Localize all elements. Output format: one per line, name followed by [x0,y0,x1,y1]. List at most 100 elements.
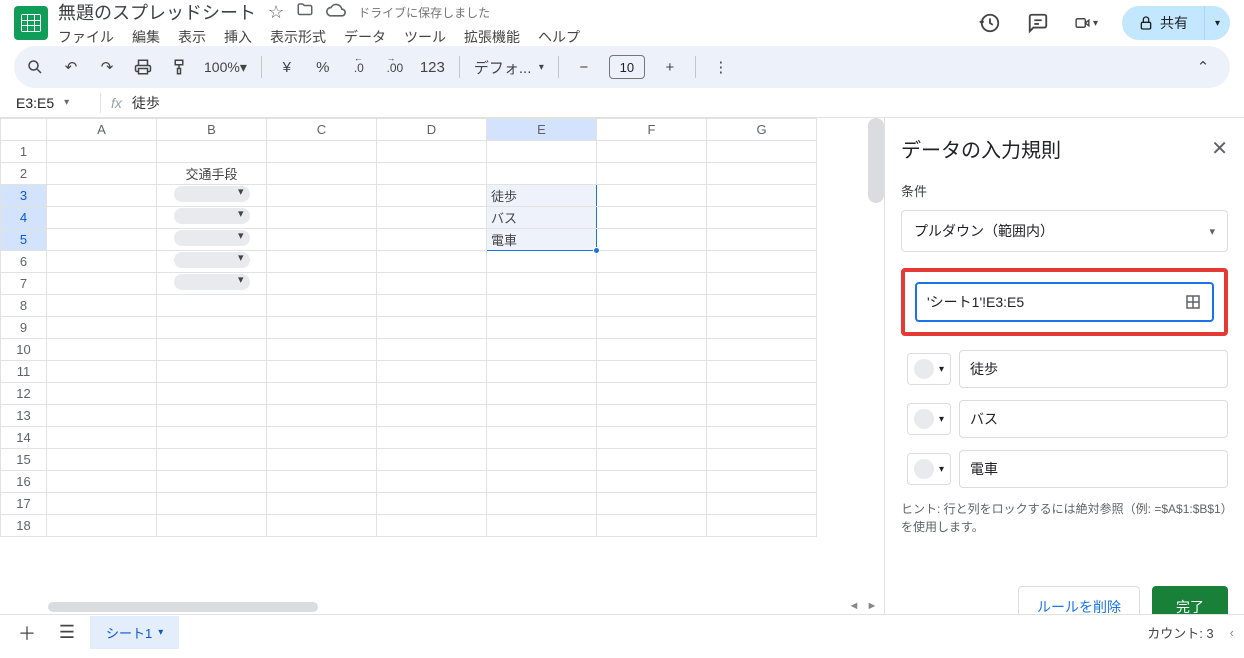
color-swatch-select[interactable]: ▾ [907,353,951,385]
color-swatch-select[interactable]: ▾ [907,453,951,485]
count-status[interactable]: カウント: 3 [1147,623,1213,642]
cloud-saved-icon[interactable] [326,0,346,25]
undo-icon[interactable]: ↶ [60,54,82,80]
horizontal-scrollbar[interactable] [48,602,318,612]
zoom-select[interactable]: 100% ▾ [204,54,247,80]
move-folder-icon[interactable] [296,1,314,24]
col-header[interactable]: E [487,119,597,141]
selection-handle[interactable] [593,247,600,254]
row-header[interactable]: 12 [1,383,47,405]
scroll-left-icon[interactable]: ◄ [846,600,862,614]
print-icon[interactable] [132,54,154,80]
row-header[interactable]: 14 [1,427,47,449]
number-format-button[interactable]: 123 [420,54,445,80]
close-icon[interactable]: ✕ [1211,136,1228,161]
scroll-right-icon[interactable]: ► [864,600,880,614]
all-sheets-button[interactable]: ☰ [50,619,84,647]
cell-E4[interactable]: バス [487,207,597,229]
paint-format-icon[interactable] [168,54,190,80]
percent-button[interactable]: % [312,54,334,80]
color-swatch-select[interactable]: ▾ [907,403,951,435]
cell-B6[interactable] [157,251,267,273]
document-title[interactable]: 無題のスプレッドシート [58,0,256,25]
share-dropdown[interactable]: ▾ [1204,6,1230,40]
row-header[interactable]: 17 [1,493,47,515]
row-header[interactable]: 2 [1,163,47,185]
spreadsheet-grid[interactable]: A B C D E F G 1 2交通手段 3徒歩 4バス 5電車 6 7 8 … [0,118,884,614]
sheets-logo[interactable] [14,6,48,40]
name-box[interactable]: E3:E5▾ [4,95,100,111]
currency-button[interactable]: ¥ [276,54,298,80]
share-button[interactable]: 共有 [1122,6,1204,40]
menu-format[interactable]: 表示形式 [270,27,326,47]
history-icon[interactable] [978,11,1002,35]
menu-data[interactable]: データ [344,27,386,47]
grid-select-icon[interactable] [1184,293,1202,311]
title-bar: 無題のスプレッドシート ☆ ドライブに保存しました ファイル 編集 表示 挿入 … [0,0,1244,40]
font-select[interactable]: デフォ...▾ [474,54,544,80]
search-icon[interactable] [24,54,46,80]
menu-tools[interactable]: ツール [404,27,446,47]
fx-icon[interactable]: fx [111,95,122,111]
row-header[interactable]: 8 [1,295,47,317]
comment-icon[interactable] [1026,11,1050,35]
row-header[interactable]: 1 [1,141,47,163]
row-header[interactable]: 15 [1,449,47,471]
option-row: ▾ バス [907,400,1228,438]
more-toolbar-icon[interactable]: ⋮ [710,54,732,80]
row-header[interactable]: 5 [1,229,47,251]
option-value[interactable]: 徒歩 [959,350,1228,388]
row-header[interactable]: 6 [1,251,47,273]
delete-rule-button[interactable]: ルールを削除 [1018,586,1140,614]
option-value[interactable]: バス [959,400,1228,438]
cell-B2[interactable]: 交通手段 [157,163,267,185]
star-icon[interactable]: ☆ [268,2,284,23]
font-size-input[interactable]: 10 [609,55,645,79]
menu-help[interactable]: ヘルプ [538,27,580,47]
cell-E5[interactable]: 電車 [487,229,597,251]
col-header[interactable]: D [377,119,487,141]
sheet-tab[interactable]: シート1▾ [90,616,179,649]
menu-extensions[interactable]: 拡張機能 [464,27,520,47]
cell-B3[interactable] [157,185,267,207]
increase-decimal-button[interactable]: .00→ [384,54,406,80]
row-header[interactable]: 13 [1,405,47,427]
menu-insert[interactable]: 挿入 [224,27,252,47]
range-input[interactable]: 'シート1'!E3:E5 [915,282,1214,322]
done-button[interactable]: 完了 [1152,586,1228,614]
cell-E3[interactable]: 徒歩 [487,185,597,207]
redo-icon[interactable]: ↷ [96,54,118,80]
cell-B4[interactable] [157,207,267,229]
formula-input[interactable]: 徒歩 [132,93,160,113]
row-header[interactable]: 11 [1,361,47,383]
option-value[interactable]: 電車 [959,450,1228,488]
data-validation-panel: データの入力規則 ✕ 条件 プルダウン（範囲内）▾ 'シート1'!E3:E5 ▾… [884,118,1244,614]
col-header[interactable]: B [157,119,267,141]
row-header[interactable]: 3 [1,185,47,207]
row-header[interactable]: 10 [1,339,47,361]
menu-file[interactable]: ファイル [58,27,114,47]
row-header[interactable]: 16 [1,471,47,493]
criteria-select[interactable]: プルダウン（範囲内）▾ [901,210,1228,252]
menu-view[interactable]: 表示 [178,27,206,47]
collapse-toolbar-icon[interactable]: ⌃ [1192,54,1214,80]
vertical-scrollbar[interactable] [868,118,884,203]
explore-collapse-icon[interactable]: ‹ [1230,625,1234,640]
col-header[interactable]: C [267,119,377,141]
select-all-corner[interactable] [1,119,47,141]
col-header[interactable]: F [597,119,707,141]
row-header[interactable]: 9 [1,317,47,339]
row-header[interactable]: 7 [1,273,47,295]
decrease-decimal-button[interactable]: .0← [348,54,370,80]
row-header[interactable]: 18 [1,515,47,537]
col-header[interactable]: G [707,119,817,141]
meet-icon[interactable]: ▾ [1074,11,1098,35]
col-header[interactable]: A [47,119,157,141]
cell-B7[interactable] [157,273,267,295]
cell-B5[interactable] [157,229,267,251]
menu-edit[interactable]: 編集 [132,27,160,47]
increase-font-button[interactable]: + [659,54,681,80]
add-sheet-button[interactable]: ＋ [10,619,44,647]
row-header[interactable]: 4 [1,207,47,229]
decrease-font-button[interactable]: − [573,54,595,80]
